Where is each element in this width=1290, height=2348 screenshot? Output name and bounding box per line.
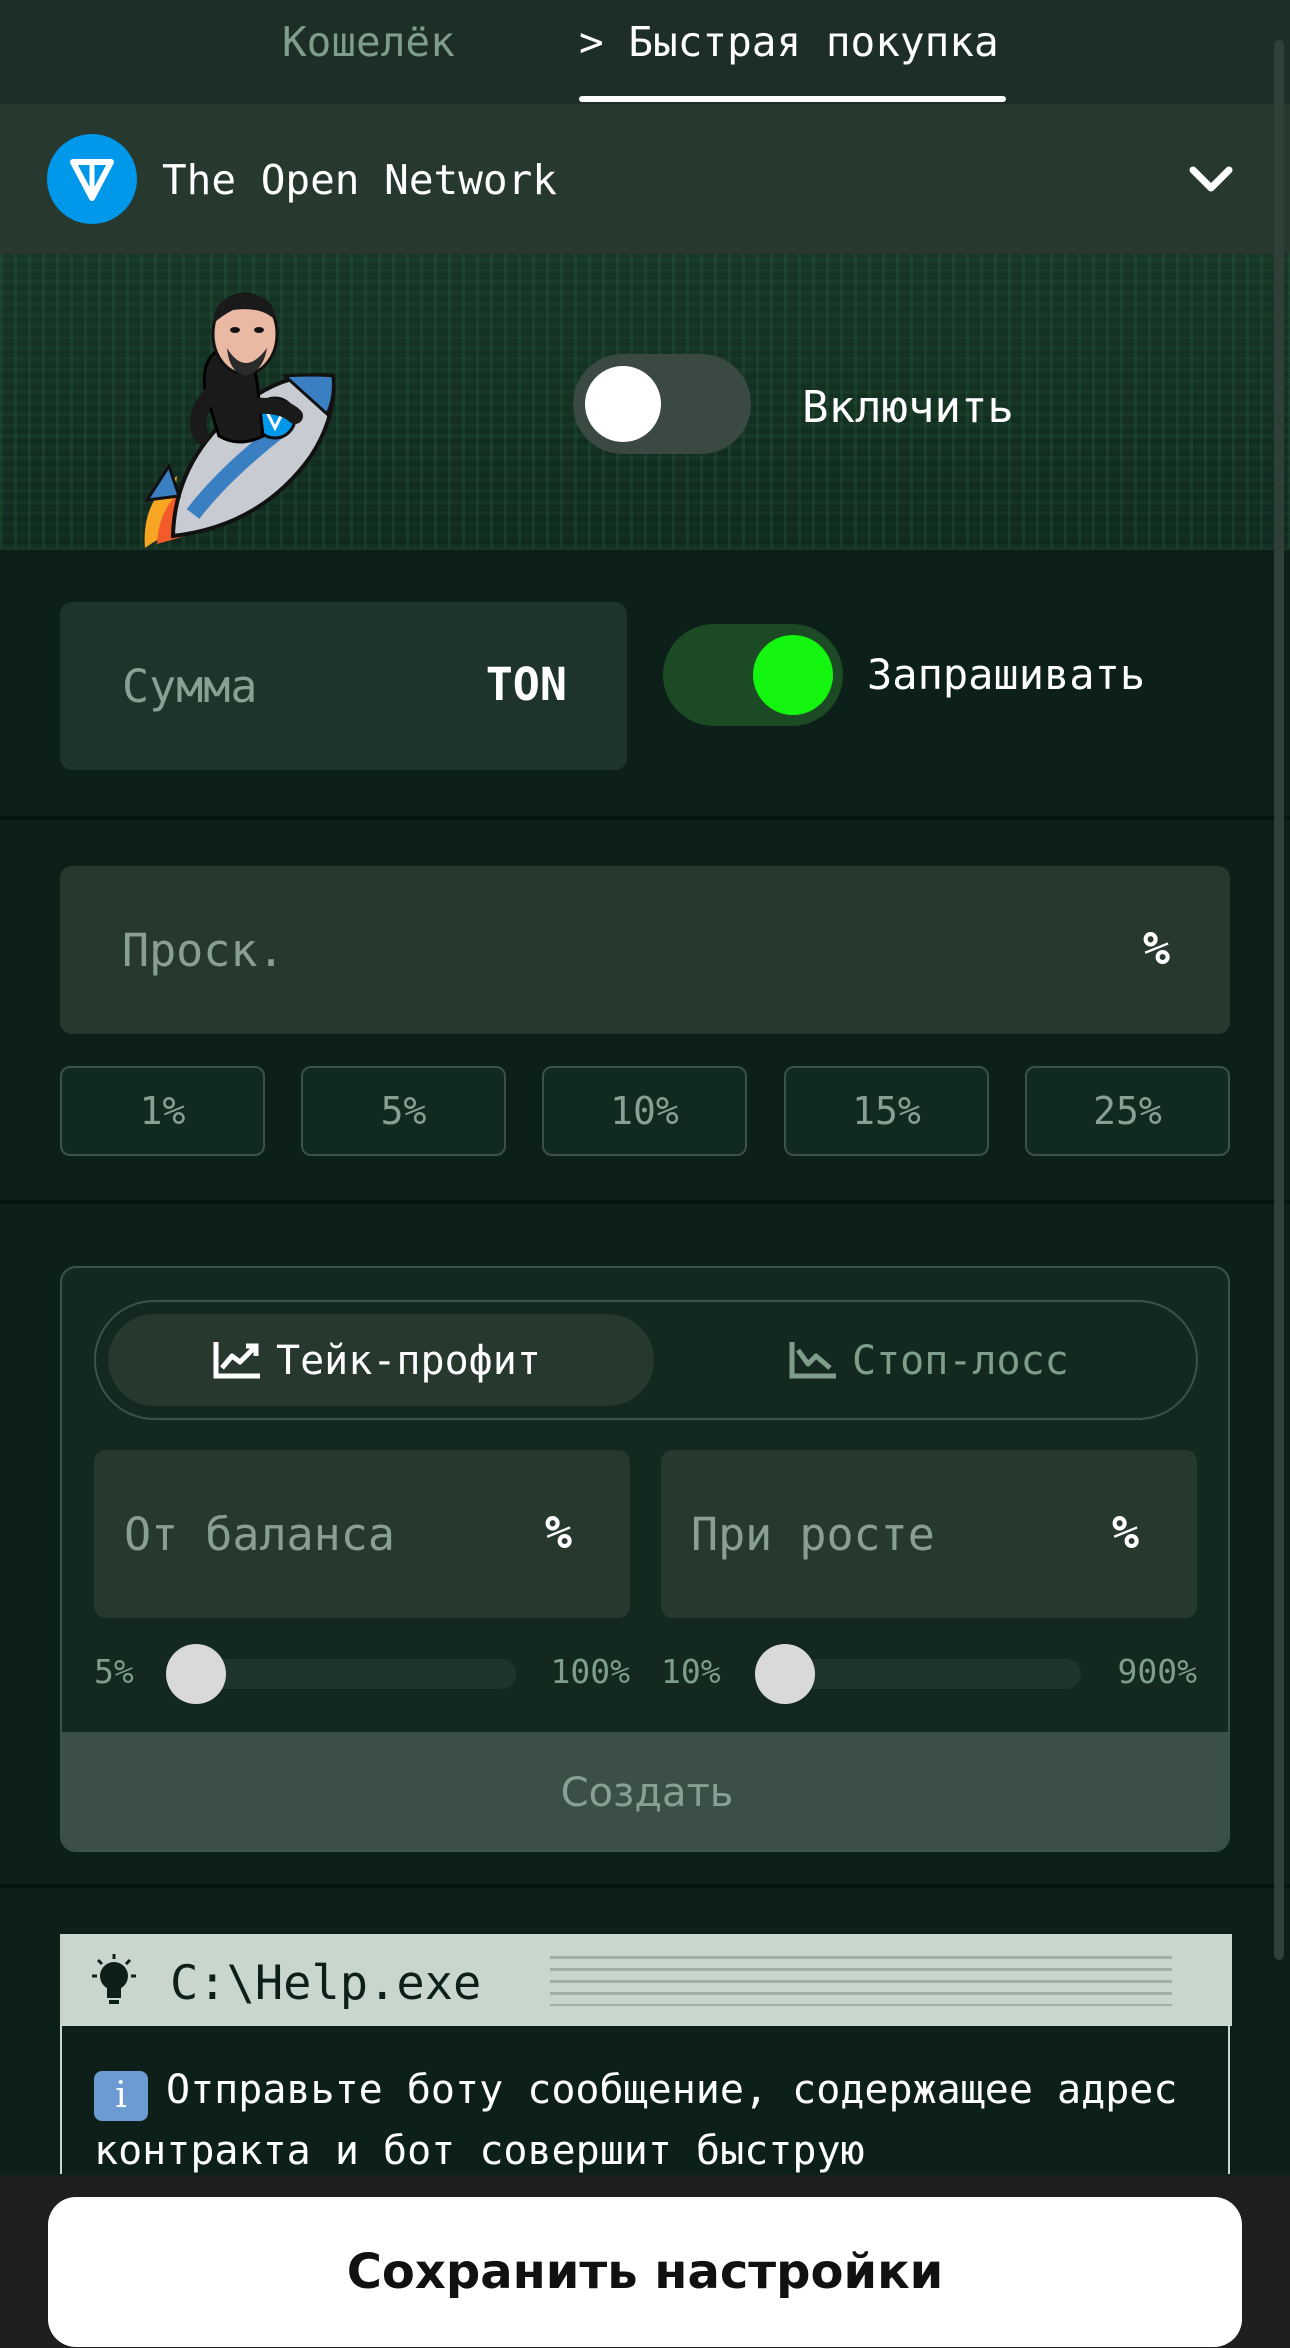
network-selector[interactable]: The Open Network (0, 104, 1290, 254)
help-text: i Отправьте боту сообщение, содержащее ад… (94, 2060, 1204, 2181)
preset-button[interactable]: 1% (60, 1066, 265, 1156)
tpsl-segmented-control: Тейк-профит Стоп-лосс (94, 1300, 1198, 1420)
balance-unit: % (544, 1506, 572, 1559)
preset-button[interactable]: 10% (542, 1066, 747, 1156)
tab-fast-buy[interactable]: > Быстрая покупка (579, 18, 999, 104)
enable-toggle[interactable] (573, 354, 751, 454)
amount-placeholder: Сумма (122, 660, 258, 713)
top-tabs: Кошелёк > Быстрая покупка (0, 0, 1290, 104)
slippage-placeholder: Проск. (122, 924, 285, 977)
enable-label: Включить (802, 382, 1014, 433)
stop-loss-text: Стоп-лосс (852, 1338, 1069, 1384)
create-button[interactable]: Создать (62, 1732, 1228, 1850)
trend-down-icon (789, 1342, 836, 1379)
slippage-input[interactable]: Проск. % (60, 866, 1230, 1034)
slippage-unit: % (1142, 922, 1170, 975)
rocket-mascot-icon (143, 292, 336, 548)
tab-wallet[interactable]: Кошелёк (282, 18, 455, 104)
enable-toggle-knob (585, 366, 661, 442)
scrollbar[interactable] (1274, 40, 1284, 1960)
trend-up-icon (213, 1342, 260, 1379)
preset-button[interactable]: 15% (784, 1066, 989, 1156)
growth-placeholder: При росте (691, 1508, 935, 1561)
amount-input[interactable]: Сумма TON (60, 602, 627, 770)
section-divider (0, 1884, 1290, 1888)
growth-unit: % (1111, 1506, 1139, 1559)
preset-button[interactable]: 25% (1025, 1066, 1230, 1156)
take-profit-label[interactable]: Тейк-профит (212, 1338, 541, 1384)
slippage-presets: 1% 5% 10% 15% 25% (60, 1066, 1230, 1156)
network-name: The Open Network (162, 156, 557, 204)
help-window: C:\Help.exe i Отправьте боту сообщение, с… (60, 1934, 1232, 2174)
tab-stop-loss[interactable]: Стоп-лосс (788, 1338, 1069, 1384)
slider-min-label: 5% (94, 1652, 134, 1691)
save-settings-button[interactable]: Сохранить настройки (48, 2197, 1242, 2347)
active-tab-indicator (579, 96, 1006, 102)
help-title: C:\Help.exe (170, 1956, 482, 2011)
titlebar-decoration (550, 1956, 1172, 2006)
amount-section: Сумма TON Запрашивать (0, 550, 1290, 820)
help-titlebar: C:\Help.exe (60, 1934, 1232, 2026)
hero-banner: Включить (0, 254, 1290, 550)
balance-slider[interactable]: 5% 100% (94, 1640, 630, 1704)
growth-percent-input[interactable]: При росте % (661, 1450, 1197, 1618)
info-icon: i (94, 2071, 148, 2121)
slider-max-label: 100% (550, 1652, 630, 1691)
help-message: Отправьте боту сообщение, содержащее адр… (94, 2067, 1178, 2174)
slider-thumb[interactable] (166, 1644, 226, 1704)
chevron-down-icon[interactable] (1188, 164, 1234, 194)
bottom-bar: Сохранить настройки (0, 2175, 1290, 2348)
balance-placeholder: От баланса (124, 1508, 395, 1561)
tpsl-card: Тейк-профит Стоп-лосс От баланса % При р… (60, 1266, 1230, 1852)
preset-button[interactable]: 5% (301, 1066, 506, 1156)
take-profit-text: Тейк-профит (276, 1338, 541, 1384)
balance-percent-input[interactable]: От баланса % (94, 1450, 630, 1618)
growth-slider[interactable]: 10% 900% (661, 1640, 1197, 1704)
ask-toggle-knob (753, 635, 833, 715)
lightbulb-icon (92, 1954, 136, 2004)
slider-max-label: 900% (1117, 1652, 1197, 1691)
ask-toggle[interactable] (663, 624, 843, 726)
slippage-section: Проск. % 1% 5% 10% 15% 25% (0, 820, 1290, 1204)
amount-unit: TON (485, 658, 567, 711)
slider-thumb[interactable] (755, 1644, 815, 1704)
ask-label: Запрашивать (867, 650, 1146, 699)
ton-logo-icon (47, 134, 137, 224)
slider-min-label: 10% (661, 1652, 721, 1691)
